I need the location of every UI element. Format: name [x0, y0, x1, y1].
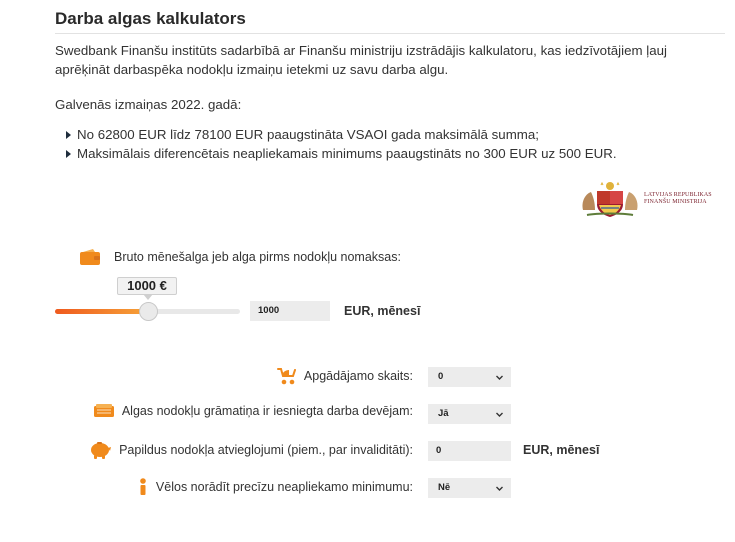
changes-heading: Galvenās izmaiņas 2022. gadā: [55, 97, 242, 112]
exact-minimum-value: Nē [438, 482, 451, 493]
dependents-label: Apgādājamo skaits: [303, 369, 413, 383]
extra-relief-row: Papildus nodokļa atvieglojumi (piem., pa… [89, 441, 413, 459]
logo-line-1: LATVIJAS REPUBLIKAS [644, 192, 712, 198]
dependents-row: Apgādājamo skaits: [276, 367, 413, 385]
intro-text: Swedbank Finanšu institūts sadarbībā ar … [55, 43, 667, 77]
tooltip-arrow [143, 294, 153, 300]
change-text: Maksimālais diferencētais neapliekamais … [77, 146, 617, 161]
info-person-icon [140, 478, 146, 495]
chevron-down-icon [496, 486, 503, 491]
extra-relief-label: Papildus nodokļa atvieglojumi (piem., pa… [119, 443, 413, 457]
book-icon [93, 404, 114, 417]
title-divider [55, 33, 725, 34]
extra-relief-unit-label: EUR, mēnesī [523, 443, 600, 457]
dependents-value: 0 [438, 371, 444, 382]
salary-slider-handle[interactable] [139, 302, 158, 321]
wallet-icon [80, 249, 100, 265]
salary-label: Bruto mēnešalga jeb alga pirms nodokļu n… [114, 250, 401, 264]
list-item: Maksimālais diferencētais neapliekamais … [66, 144, 617, 163]
bullet-triangle-icon [66, 149, 71, 158]
tax-book-select[interactable]: Jā [428, 404, 511, 424]
piggy-bank-icon [91, 442, 112, 459]
slider-value-tooltip: 1000 € [117, 277, 177, 295]
page-title: Darba algas kalkulators [55, 9, 246, 28]
salary-unit-label: EUR, mēnesī [344, 304, 421, 318]
salary-input[interactable]: 1000 [250, 301, 330, 321]
chevron-down-icon [496, 412, 503, 417]
dependents-select[interactable]: 0 [428, 367, 511, 387]
stroller-icon [276, 368, 296, 385]
tax-book-row: Algas nodokļu grāmatiņa ir iesniegta dar… [93, 404, 413, 418]
changes-list: No 62800 EUR līdz 78100 EUR paaugstināta… [66, 125, 617, 163]
logo-line-2: FINANŠU MINISTRIJA [644, 199, 707, 205]
extra-relief-input[interactable]: 0 [428, 441, 511, 461]
change-text: No 62800 EUR līdz 78100 EUR paaugstināta… [77, 127, 539, 142]
ministry-logo: LATVIJAS REPUBLIKAS FINANŠU MINISTRIJA [579, 180, 712, 218]
chevron-down-icon [496, 375, 503, 380]
bullet-triangle-icon [66, 130, 71, 139]
salary-label-row: Bruto mēnešalga jeb alga pirms nodokļu n… [80, 249, 401, 265]
list-item: No 62800 EUR līdz 78100 EUR paaugstināta… [66, 125, 617, 144]
coat-of-arms-icon [582, 181, 638, 217]
exact-minimum-row: Vēlos norādīt precīzu neapliekamo minimu… [138, 478, 413, 496]
tax-book-label: Algas nodokļu grāmatiņa ir iesniegta dar… [121, 404, 413, 418]
exact-minimum-label: Vēlos norādīt precīzu neapliekamo minimu… [155, 480, 413, 494]
salary-slider-fill [55, 309, 152, 314]
tax-book-value: Jā [438, 408, 449, 419]
exact-minimum-select[interactable]: Nē [428, 478, 511, 498]
